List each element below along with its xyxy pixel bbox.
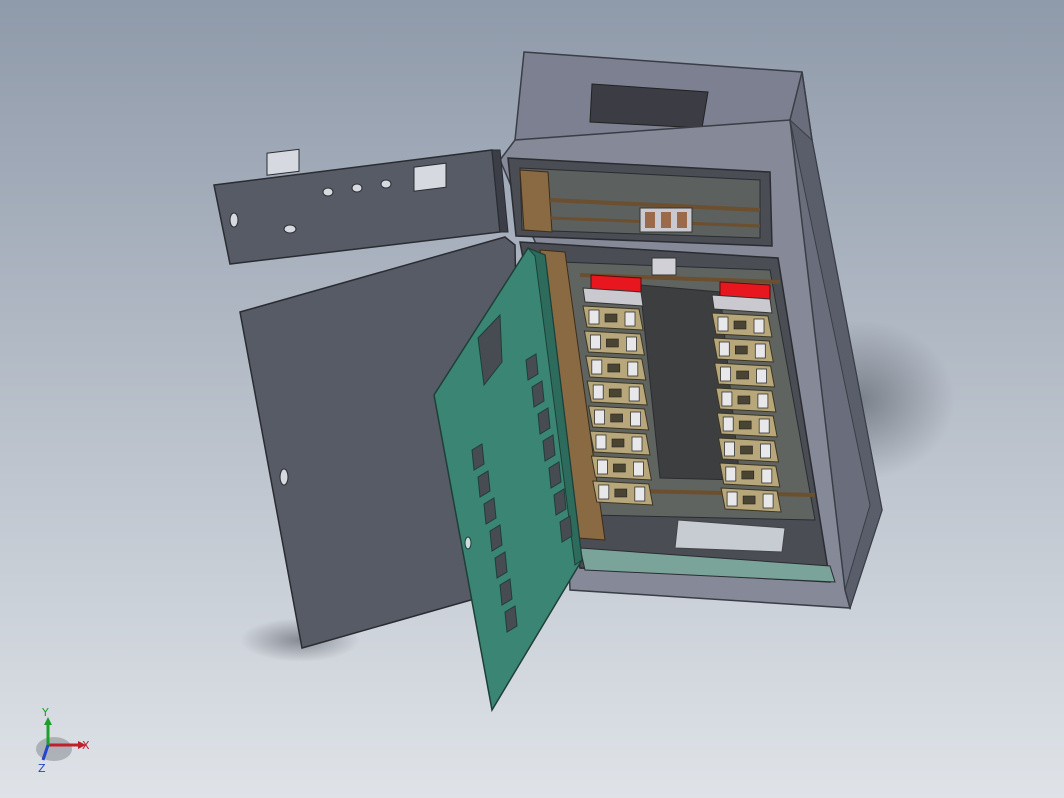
circuit-breaker[interactable]	[586, 380, 648, 406]
x-axis-label: X	[82, 739, 90, 752]
lock-slot	[229, 212, 239, 228]
model-scene[interactable]: X Y Z	[0, 0, 1064, 798]
screw-hole	[283, 224, 297, 234]
door-lock-slot[interactable]	[279, 468, 289, 486]
circuit-breaker[interactable]	[713, 362, 776, 388]
circuit-breaker[interactable]	[712, 337, 774, 363]
circuit-breaker[interactable]	[720, 487, 782, 513]
circuit-breaker[interactable]	[587, 405, 650, 431]
cover-window-left	[266, 148, 300, 176]
cover-window-right	[413, 162, 447, 192]
indicator-hole-1	[322, 187, 334, 197]
main-switch[interactable]	[639, 207, 693, 233]
circuit-breaker[interactable]	[585, 355, 647, 381]
circuit-breaker[interactable]	[592, 480, 654, 506]
cad-viewport[interactable]: X Y Z	[0, 0, 1064, 798]
circuit-breaker[interactable]	[719, 462, 781, 488]
z-axis-label: Z	[38, 762, 46, 775]
top-cutout	[589, 83, 709, 129]
triad-base	[36, 737, 72, 761]
circuit-breaker[interactable]	[711, 312, 773, 338]
y-axis-label: Y	[41, 706, 49, 719]
circuit-breaker[interactable]	[715, 387, 777, 413]
upper-din-rail	[519, 169, 553, 233]
circuit-breaker[interactable]	[589, 430, 651, 456]
circuit-breaker[interactable]	[716, 412, 778, 438]
inner-door-latch[interactable]	[464, 536, 472, 550]
indicator-hole-2	[351, 183, 363, 193]
circuit-breaker[interactable]	[583, 330, 646, 356]
circuit-breaker[interactable]	[590, 455, 653, 481]
circuit-breaker[interactable]	[582, 305, 644, 331]
neutral-block	[651, 257, 677, 276]
circuit-breaker[interactable]	[717, 437, 780, 463]
indicator-hole-3	[380, 179, 392, 189]
